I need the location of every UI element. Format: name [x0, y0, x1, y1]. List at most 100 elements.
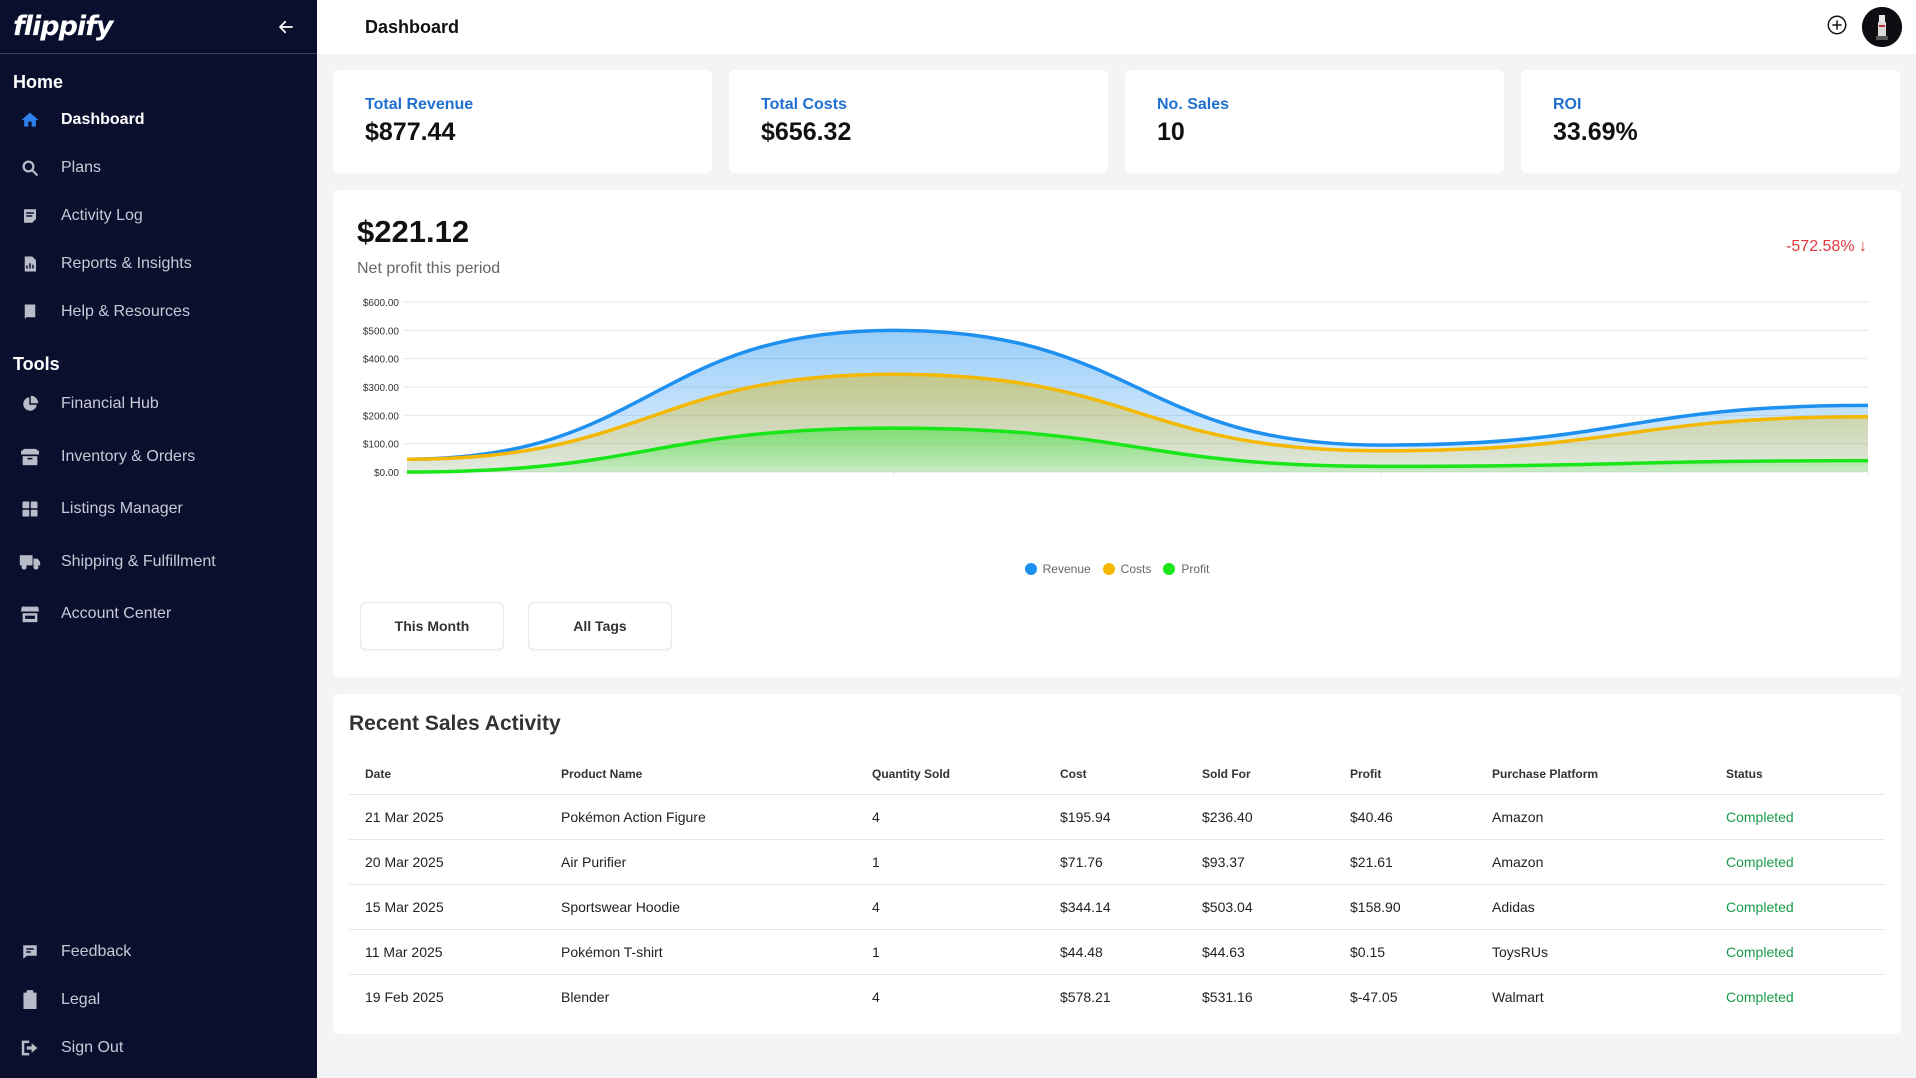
sign-out-icon — [19, 1037, 41, 1059]
box-icon — [19, 446, 41, 468]
status-cell: Completed — [1710, 794, 1885, 840]
area-chart: $600.00 $500.00 $400.00 $300.00 $200.00 $100.… — [363, 298, 1869, 479]
y-tick-label: $600.00 — [363, 298, 400, 309]
sidebar-item-label: Reports & Insights — [61, 255, 192, 272]
sidebar-item-shipping[interactable]: Shipping & Fulfillment — [0, 536, 317, 589]
sidebar-item-financial-hub[interactable]: Financial Hub — [0, 378, 317, 431]
sidebar-item-label: Plans — [61, 159, 102, 176]
table-row[interactable]: 11 Mar 2025 Pokémon T-shirt 1 $44.48 $44.63 $… — [349, 929, 1885, 975]
pie-chart-icon — [19, 393, 41, 415]
y-tick-label: $100.00 — [363, 440, 400, 451]
status-cell: Completed — [1726, 988, 1794, 1005]
sidebar-item-label: Dashboard — [61, 111, 145, 128]
period-filter-button[interactable]: This Month — [360, 602, 504, 650]
stat-label: Total Costs — [761, 96, 847, 113]
net-profit-value: $221.12 — [357, 214, 470, 249]
home-nav: Dashboard Plans Activity Log Reports & I… — [0, 96, 317, 336]
stat-value: 10 — [1157, 118, 1185, 146]
table-cell: Sportswear Hoodie — [545, 884, 856, 930]
legend-item-profit[interactable]: Profit — [1163, 562, 1209, 576]
table-body: 21 Mar 2025 Pokémon Action Figure 4 $195.94… — [349, 794, 1885, 1019]
table-cell: 4 — [856, 884, 1044, 930]
sidebar-item-reports[interactable]: Reports & Insights — [0, 240, 317, 288]
sidebar-item-help[interactable]: Help & Resources — [0, 288, 317, 336]
tags-filter-button[interactable]: All Tags — [528, 602, 672, 650]
brand-row: flippify — [0, 0, 317, 54]
recent-sales-card: Recent Sales Activity Date Product Name Qu… — [333, 694, 1901, 1034]
column-header: Product Name — [545, 754, 856, 795]
store-icon — [19, 603, 41, 625]
table-cell: $0.15 — [1334, 929, 1476, 975]
table-cell: $21.61 — [1334, 839, 1476, 885]
stat-label: No. Sales — [1157, 96, 1230, 113]
stat-card-sales: No. Sales 10 — [1125, 70, 1504, 173]
table-cell: Blender — [561, 988, 610, 1005]
stat-label: Total Revenue — [365, 96, 474, 113]
table-cell: Pokémon T-shirt — [545, 929, 856, 975]
y-tick-label: $300.00 — [363, 383, 400, 394]
avatar[interactable] — [1862, 7, 1902, 47]
sidebar-item-dashboard[interactable]: Dashboard — [0, 96, 317, 144]
table-cell: 15 Mar 2025 — [349, 884, 545, 930]
grid-icon — [19, 498, 41, 520]
table-row[interactable]: 19 Feb 2025 Blender 4 $578.21 $531.16 $-47.05… — [349, 974, 1885, 1019]
y-tick-label: $200.00 — [363, 411, 400, 422]
table-cell: 20 Mar 2025 — [349, 839, 545, 885]
table-row[interactable]: 20 Mar 2025 Air Purifier 1 $71.76 $93.37 $21.… — [349, 839, 1885, 885]
truck-icon — [19, 551, 41, 573]
sidebar-item-activity-log[interactable]: Activity Log — [0, 192, 317, 240]
topbar: Dashboard — [317, 0, 1916, 54]
table-cell: Amazon — [1476, 839, 1710, 885]
table-cell: 4 — [872, 988, 880, 1005]
add-button[interactable] — [1826, 14, 1848, 41]
table-cell: $344.14 — [1044, 884, 1186, 930]
legend-item-revenue[interactable]: Revenue — [1024, 562, 1091, 576]
search-icon — [19, 157, 41, 179]
recent-sales-title: Recent Sales Activity — [349, 712, 561, 735]
sidebar-item-label: Help & Resources — [61, 303, 190, 320]
report-icon — [19, 253, 41, 275]
home-icon — [19, 109, 41, 131]
table-cell: $44.48 — [1044, 929, 1186, 975]
table-cell: 21 Mar 2025 — [349, 794, 545, 840]
column-header: Sold For — [1186, 754, 1334, 795]
bottom-nav: Feedback Legal Sign Out — [0, 928, 317, 1072]
table-cell: Amazon — [1476, 794, 1710, 840]
table-cell: $503.04 — [1186, 884, 1334, 930]
sidebar-item-label: Feedback — [61, 943, 132, 960]
profit-chart-card: $221.12 Net profit this period -572.58% … — [333, 190, 1901, 677]
y-tick-label: $400.00 — [363, 355, 400, 366]
sidebar-item-label: Financial Hub — [61, 395, 159, 413]
home-section-title: Home — [13, 72, 64, 92]
table-cell: ToysRUs — [1476, 929, 1710, 975]
status-cell: Completed — [1710, 839, 1885, 885]
sidebar-item-account[interactable]: Account Center — [0, 588, 317, 641]
legend-item-costs[interactable]: Costs — [1102, 562, 1151, 576]
tools-section-title: Tools — [13, 354, 60, 374]
stat-card-roi: ROI 33.69% — [1521, 70, 1900, 173]
collapse-sidebar-button[interactable] — [273, 14, 299, 40]
stat-label: ROI — [1553, 96, 1582, 113]
sidebar-item-sign-out[interactable]: Sign Out — [0, 1024, 317, 1072]
sidebar-item-feedback[interactable]: Feedback — [0, 928, 317, 976]
table-cell: Walmart — [1492, 988, 1544, 1005]
table-row[interactable]: 15 Mar 2025 Sportswear Hoodie 4 $344.14 $503… — [349, 884, 1885, 930]
table-cell: $158.90 — [1334, 884, 1476, 930]
clipboard-icon — [19, 989, 41, 1011]
table-cell: Pokémon Action Figure — [545, 794, 856, 840]
table-cell: Air Purifier — [545, 839, 856, 885]
table-row[interactable]: 21 Mar 2025 Pokémon Action Figure 4 $195.94… — [349, 794, 1885, 840]
sidebar-item-listings[interactable]: Listings Manager — [0, 483, 317, 536]
sidebar-item-label: Inventory & Orders — [61, 447, 196, 465]
legend-label: Revenue — [1042, 562, 1091, 576]
top-actions — [1826, 7, 1902, 47]
page-title: Dashboard — [365, 16, 460, 37]
sidebar-item-plans[interactable]: Plans — [0, 144, 317, 192]
column-header: Cost — [1044, 754, 1186, 795]
table-header-row: Date Product Name Quantity Sold Cost Sold Fo… — [349, 754, 1885, 795]
brand-logo[interactable]: flippify — [13, 11, 114, 42]
sidebar-item-legal[interactable]: Legal — [0, 976, 317, 1024]
sidebar-item-inventory[interactable]: Inventory & Orders — [0, 431, 317, 484]
table-cell: 19 Feb 2025 — [365, 988, 444, 1005]
book-icon — [19, 301, 41, 323]
